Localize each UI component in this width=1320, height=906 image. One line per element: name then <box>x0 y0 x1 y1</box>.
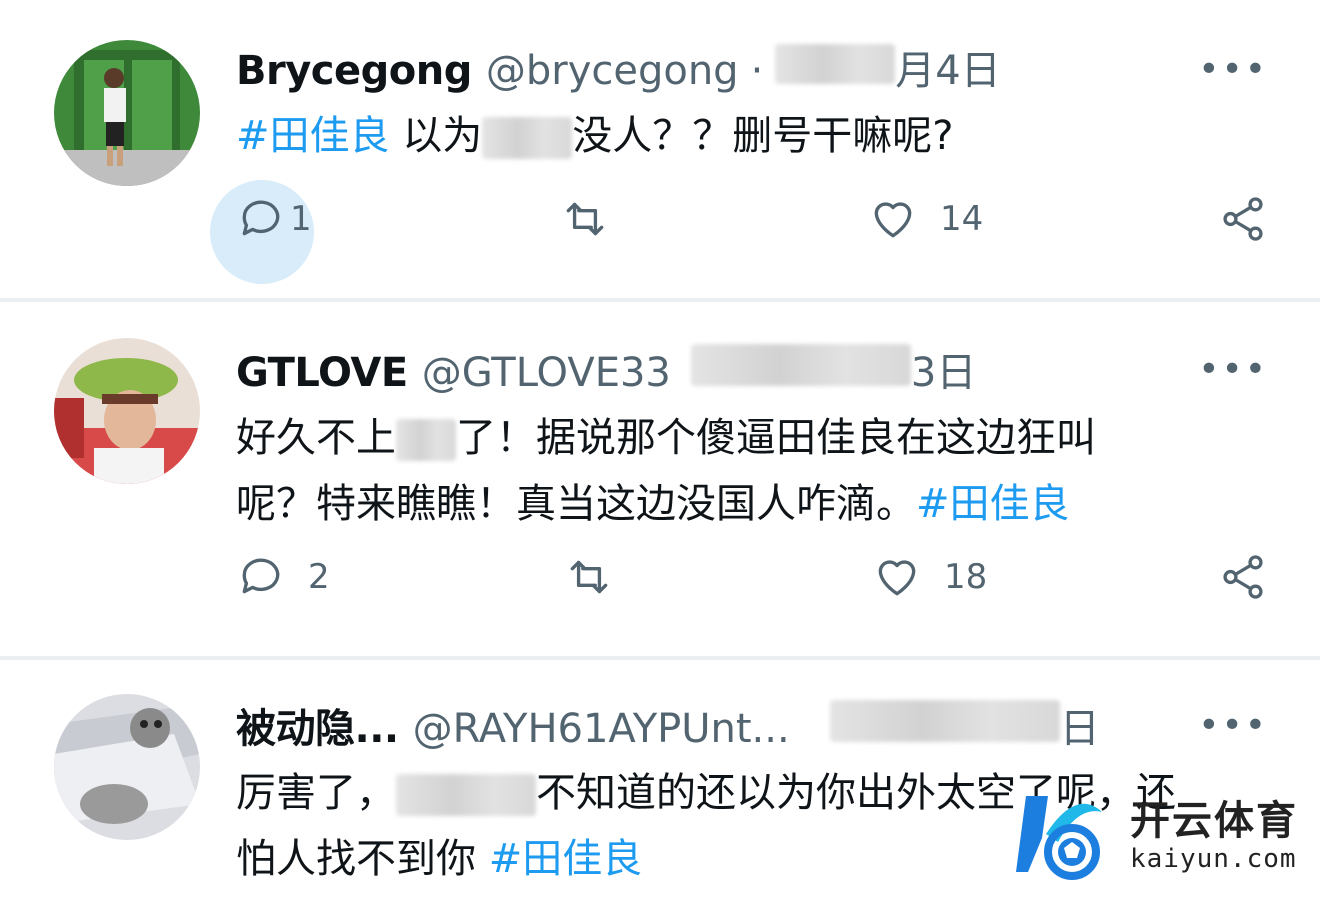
tweet-text-segment: 没人？？删号干嘛呢? <box>572 113 954 159</box>
like-count: 18 <box>944 557 988 597</box>
avatar[interactable] <box>54 338 200 484</box>
share-icon <box>1223 555 1263 599</box>
reply-button[interactable]: 1 <box>236 194 312 244</box>
kaiyun-logo-icon <box>1016 796 1102 880</box>
more-icon[interactable]: ••• <box>1198 352 1268 388</box>
reply-count: 2 <box>308 557 330 597</box>
avatar-image <box>54 694 200 840</box>
tweet-text-segment: 厉害了， <box>236 770 396 816</box>
more-icon[interactable]: ••• <box>1198 52 1268 88</box>
display-name[interactable]: Brycegong <box>236 47 472 95</box>
like-count: 14 <box>940 199 984 239</box>
reply-icon <box>242 558 280 594</box>
handle[interactable]: @RAYH61AYPUnt... <box>413 705 790 753</box>
display-name[interactable]: GTLOVE <box>236 349 408 397</box>
tweet-text: #田佳良 以为 没人？？删号干嘛呢? <box>236 103 953 169</box>
handle[interactable]: @GTLOVE33 <box>422 349 671 397</box>
avatar-image <box>54 338 200 484</box>
redacted-block <box>482 117 573 159</box>
share-icon <box>1223 197 1263 241</box>
heart-icon <box>874 202 912 238</box>
like-button[interactable]: 14 <box>868 194 983 244</box>
tweet-1[interactable]: Brycegong @brycegong · 月4日 ••• #田佳良 以为 没人… <box>0 0 1320 300</box>
redacted-block <box>396 774 536 816</box>
reply-icon <box>242 200 280 236</box>
timestamp[interactable]: 日 <box>1060 705 1100 753</box>
redacted-block <box>690 344 911 386</box>
timestamp[interactable]: 3日 <box>911 349 976 397</box>
like-button[interactable]: 18 <box>872 552 987 602</box>
tweet-text: 好久不上 了！据说那个傻逼田佳良在这边狂叫呢？特来瞧瞧！真当这边没国人咋滴。#田佳… <box>236 405 1096 537</box>
separator-dot: · <box>750 48 764 94</box>
handle[interactable]: @brycegong <box>486 47 739 95</box>
watermark-title: 开云体育 <box>1130 798 1298 844</box>
redacted-block <box>829 700 1060 742</box>
tweet-line: #田佳良 以为 没人？？删号干嘛呢? <box>236 103 953 169</box>
hashtag-link[interactable]: #田佳良 <box>916 481 1070 527</box>
retweet-button[interactable] <box>564 552 614 602</box>
hashtag-link[interactable]: #田佳良 <box>236 113 390 159</box>
more-icon[interactable]: ••• <box>1198 708 1268 744</box>
redacted-block <box>396 419 456 461</box>
retweet-icon <box>566 202 604 236</box>
share-button[interactable] <box>1218 194 1268 244</box>
retweet-button[interactable] <box>560 194 610 244</box>
avatar[interactable] <box>54 694 200 840</box>
tweet-2[interactable]: GTLOVE @GTLOVE33 3日 ••• 好久不上 了！据说那个傻逼田佳良在… <box>0 302 1320 656</box>
redacted-block <box>775 44 896 84</box>
tweet-text-segment: 怕人找不到你 <box>236 836 489 882</box>
retweet-icon <box>570 560 608 594</box>
tweet-text-segment: 呢？特来瞧瞧！真当这边没国人咋滴。 <box>236 481 916 527</box>
hashtag-link[interactable]: #田佳良 <box>489 836 643 882</box>
tweet-line: 好久不上 了！据说那个傻逼田佳良在这边狂叫 <box>236 405 1096 471</box>
watermark: 开云体育 kaiyun.com <box>1006 782 1306 892</box>
tweet-text-segment: 好久不上 <box>236 415 396 461</box>
display-name[interactable]: 被动隐... <box>236 705 399 753</box>
timestamp[interactable]: 月4日 <box>895 47 1000 95</box>
share-button[interactable] <box>1218 552 1268 602</box>
avatar-image <box>54 40 200 186</box>
tweet-text-segment: 了！据说那个傻逼田佳良在这边狂叫 <box>456 415 1096 461</box>
reply-count: 1 <box>290 199 312 239</box>
watermark-url: kaiyun.com <box>1130 844 1297 874</box>
reply-button[interactable]: 2 <box>236 552 330 602</box>
avatar[interactable] <box>54 40 200 186</box>
tweet-line: 呢？特来瞧瞧！真当这边没国人咋滴。#田佳良 <box>236 471 1096 537</box>
heart-icon <box>878 560 916 596</box>
tweet-text-segment: 以为 <box>389 113 483 159</box>
